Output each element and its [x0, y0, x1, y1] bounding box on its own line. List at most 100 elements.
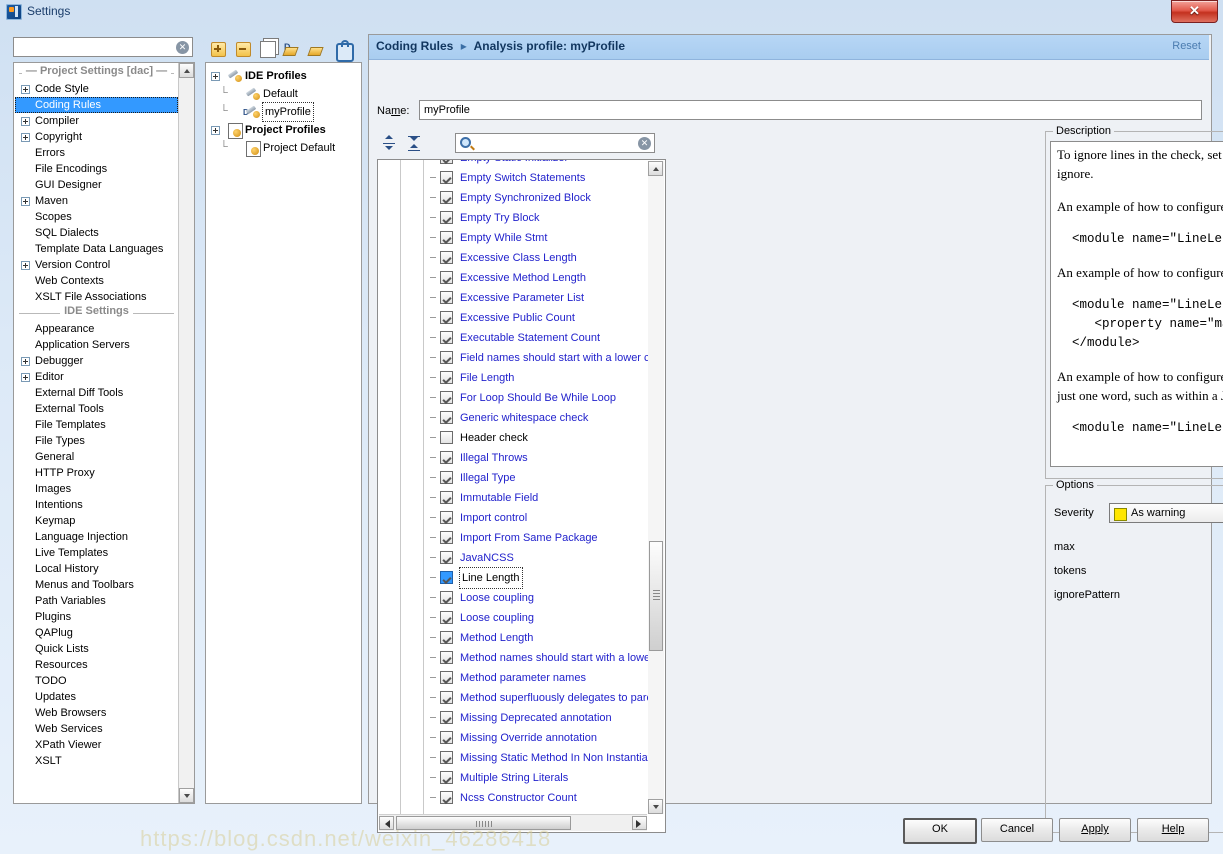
sidebar-item-xpath-viewer[interactable]: XPath Viewer	[15, 737, 178, 753]
expander-icon[interactable]	[21, 85, 30, 94]
rules-scroll-right-icon[interactable]	[632, 816, 647, 830]
sidebar-item-intentions[interactable]: Intentions	[15, 497, 178, 513]
rule-row[interactable]: Immutable Field	[378, 488, 648, 508]
sidebar-item-http-proxy[interactable]: HTTP Proxy	[15, 465, 178, 481]
sidebar-item-compiler[interactable]: Compiler	[15, 113, 178, 129]
rule-row[interactable]: Import control	[378, 508, 648, 528]
sidebar-item-general[interactable]: General	[15, 449, 178, 465]
rule-row[interactable]: Missing Deprecated annotation	[378, 708, 648, 728]
rule-checkbox[interactable]	[440, 771, 453, 784]
copy-profile-button[interactable]	[259, 38, 277, 58]
rule-checkbox[interactable]	[440, 691, 453, 704]
rule-checkbox[interactable]	[440, 191, 453, 204]
rules-scroll-left-icon[interactable]	[379, 816, 394, 830]
rule-checkbox[interactable]	[440, 711, 453, 724]
rule-checkbox[interactable]	[440, 311, 453, 324]
sidebar-item-errors[interactable]: Errors	[15, 145, 178, 161]
rule-row[interactable]: Illegal Type	[378, 468, 648, 488]
rule-checkbox[interactable]	[440, 351, 453, 364]
rules-hscroll-thumb[interactable]	[396, 816, 571, 830]
sidebar-item-menus-and-toolbars[interactable]: Menus and Toolbars	[15, 577, 178, 593]
rename-profile-button[interactable]	[307, 38, 327, 56]
scroll-up-icon[interactable]	[179, 63, 194, 78]
profile-tree-item[interactable]: Project Profiles	[210, 121, 359, 139]
rule-checkbox[interactable]	[440, 171, 453, 184]
expander-icon[interactable]	[211, 72, 220, 81]
sidebar-item-file-encodings[interactable]: File Encodings	[15, 161, 178, 177]
set-default-profile-button[interactable]: D	[282, 38, 302, 56]
expander-icon[interactable]	[211, 126, 220, 135]
help-button[interactable]: Help	[1137, 818, 1209, 842]
rule-checkbox[interactable]	[440, 451, 453, 464]
rule-checkbox[interactable]	[440, 471, 453, 484]
sidebar-item-keymap[interactable]: Keymap	[15, 513, 178, 529]
rule-checkbox[interactable]	[440, 411, 453, 424]
sidebar-item-application-servers[interactable]: Application Servers	[15, 337, 178, 353]
sidebar-item-images[interactable]: Images	[15, 481, 178, 497]
profile-tree-item[interactable]: └ DmyProfile	[210, 102, 359, 122]
reset-link[interactable]: Reset	[1172, 40, 1201, 52]
rule-row[interactable]: Excessive Method Length	[378, 268, 648, 288]
rules-horizontal-scrollbar[interactable]	[379, 814, 647, 831]
rule-row[interactable]: Multiple String Literals	[378, 768, 648, 788]
rule-row[interactable]: Method names should start with a lower	[378, 648, 648, 668]
rule-row[interactable]: Executable Statement Count	[378, 328, 648, 348]
clear-rules-search-icon[interactable]: ✕	[638, 137, 651, 150]
sidebar-item-coding-rules[interactable]: Coding Rules	[15, 97, 178, 113]
rule-row[interactable]: Ncss Constructor Count	[378, 788, 648, 808]
rule-row[interactable]: Header check	[378, 428, 648, 448]
sidebar-item-updates[interactable]: Updates	[15, 689, 178, 705]
rule-checkbox[interactable]	[440, 491, 453, 504]
breadcrumb-root[interactable]: Coding Rules	[376, 39, 453, 53]
rule-checkbox[interactable]	[440, 731, 453, 744]
rule-checkbox[interactable]	[440, 651, 453, 664]
rule-checkbox[interactable]	[440, 611, 453, 624]
rule-row[interactable]: For Loop Should Be While Loop	[378, 388, 648, 408]
sidebar-item-code-style[interactable]: Code Style	[15, 81, 178, 97]
settings-search-input[interactable]: ✕	[13, 37, 193, 57]
rule-checkbox[interactable]	[440, 391, 453, 404]
expander-icon[interactable]	[21, 261, 30, 270]
profile-name-input[interactable]	[419, 100, 1202, 120]
sidebar-item-scopes[interactable]: Scopes	[15, 209, 178, 225]
rule-checkbox[interactable]	[440, 251, 453, 264]
expander-icon[interactable]	[21, 373, 30, 382]
rule-checkbox[interactable]	[440, 751, 453, 764]
rule-row[interactable]: Generic whitespace check	[378, 408, 648, 428]
rule-row[interactable]: Missing Static Method In Non Instantiat	[378, 748, 648, 768]
sidebar-item-gui-designer[interactable]: GUI Designer	[15, 177, 178, 193]
cancel-button[interactable]: Cancel	[981, 818, 1053, 842]
rule-checkbox[interactable]	[440, 231, 453, 244]
description-text[interactable]: To ignore lines in the check, set proper…	[1050, 141, 1223, 467]
rule-row[interactable]: Method parameter names	[378, 668, 648, 688]
sidebar-item-xslt[interactable]: XSLT	[15, 753, 178, 769]
rule-row[interactable]: Illegal Throws	[378, 448, 648, 468]
sidebar-item-maven[interactable]: Maven	[15, 193, 178, 209]
rule-row[interactable]: Excessive Class Length	[378, 248, 648, 268]
sidebar-item-external-tools[interactable]: External Tools	[15, 401, 178, 417]
rule-checkbox[interactable]	[440, 211, 453, 224]
rule-row[interactable]: Empty Synchronized Block	[378, 188, 648, 208]
rule-checkbox[interactable]	[440, 271, 453, 284]
sidebar-item-copyright[interactable]: Copyright	[15, 129, 178, 145]
rule-row[interactable]: Line Length	[378, 567, 648, 589]
rule-checkbox[interactable]	[440, 631, 453, 644]
lock-profile-button[interactable]	[335, 38, 354, 62]
expand-all-button[interactable]	[381, 135, 398, 152]
remove-profile-button[interactable]	[234, 38, 252, 57]
sidebar-item-debugger[interactable]: Debugger	[15, 353, 178, 369]
profile-tree-item[interactable]: └ Default	[210, 85, 359, 103]
apply-button[interactable]: Apply	[1059, 818, 1131, 842]
sidebar-item-todo[interactable]: TODO	[15, 673, 178, 689]
sidebar-item-version-control[interactable]: Version Control	[15, 257, 178, 273]
rule-row[interactable]: Missing Override annotation	[378, 728, 648, 748]
rule-row[interactable]: Import From Same Package	[378, 528, 648, 548]
rules-vertical-scrollbar[interactable]	[648, 161, 664, 814]
rule-checkbox[interactable]	[440, 331, 453, 344]
sidebar-item-quick-lists[interactable]: Quick Lists	[15, 641, 178, 657]
sidebar-item-language-injection[interactable]: Language Injection	[15, 529, 178, 545]
rule-checkbox[interactable]	[440, 551, 453, 564]
expander-icon[interactable]	[21, 133, 30, 142]
sidebar-item-qaplug[interactable]: QAPlug	[15, 625, 178, 641]
rule-checkbox[interactable]	[440, 160, 453, 164]
